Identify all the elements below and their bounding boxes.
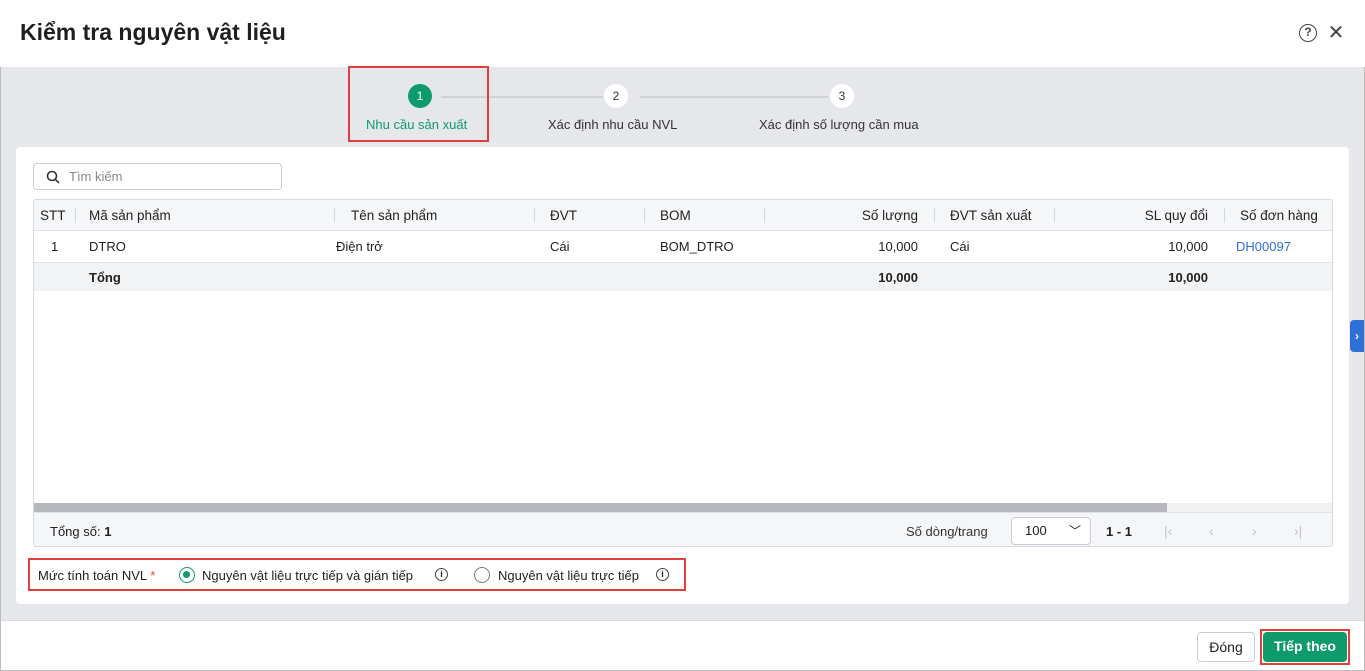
total-count: 1 xyxy=(104,524,112,539)
order-link[interactable]: DH00097 xyxy=(1228,231,1299,262)
highlight-box xyxy=(348,66,489,142)
question-circle-icon[interactable]: ? xyxy=(1299,24,1317,42)
col-unit[interactable]: ĐVT xyxy=(542,200,652,230)
horizontal-scrollbar[interactable] xyxy=(34,503,1332,512)
cell-code: DTRO xyxy=(89,239,126,254)
highlight-box xyxy=(1260,629,1350,665)
product-table: STT Mã sản phẩm Tên sản phẩm ĐVT BOM Số … xyxy=(33,199,1333,547)
step-3-label[interactable]: Xác định số lượng cần mua xyxy=(759,117,919,132)
rows-per-page-value: 100 xyxy=(1025,523,1047,538)
cell-stt: 1 xyxy=(51,239,59,254)
next-page-icon[interactable]: › xyxy=(1252,523,1257,539)
close-icon[interactable]: ✕ xyxy=(1327,23,1345,43)
search-icon xyxy=(46,170,60,184)
col-prod-unit[interactable]: ĐVT sản xuất xyxy=(942,200,1062,230)
scrollbar-thumb[interactable] xyxy=(34,503,1167,512)
col-conv-qty[interactable]: SL quy đổi xyxy=(1054,200,1224,230)
table-row[interactable]: 1 DTRO Điện trở Cái BOM_DTRO 10,000 Cái … xyxy=(34,231,1332,263)
total-count-label: Tổng số: xyxy=(50,524,101,539)
col-stt[interactable]: STT xyxy=(34,200,75,230)
highlight-box xyxy=(28,558,686,591)
total-conv-qty: 10,000 xyxy=(1168,269,1208,285)
step-2-label[interactable]: Xác định nhu cầu NVL xyxy=(548,117,677,132)
rows-per-page-label: Số dòng/trang xyxy=(906,524,988,539)
cell-name: Điện trở xyxy=(336,239,383,254)
dialog-footer xyxy=(1,620,1364,670)
last-page-icon[interactable]: ›| xyxy=(1294,523,1302,539)
step-connector xyxy=(640,96,828,98)
expand-panel-icon[interactable]: › xyxy=(1350,320,1364,352)
cell-prod-unit: Cái xyxy=(950,239,970,254)
cell-bom: BOM_DTRO xyxy=(660,239,734,254)
col-qty[interactable]: Số lượng xyxy=(764,200,934,230)
cell-qty: 10,000 xyxy=(878,239,918,254)
cell-conv-qty: 10,000 xyxy=(1168,239,1208,254)
rows-per-page-select[interactable]: 100 ﹀ xyxy=(1011,517,1091,545)
dialog-title: Kiểm tra nguyên vật liệu xyxy=(20,19,286,45)
col-bom[interactable]: BOM xyxy=(652,200,772,230)
search-input[interactable]: Tìm kiếm xyxy=(33,163,282,190)
prev-page-icon[interactable]: ‹ xyxy=(1209,523,1214,539)
col-order[interactable]: Số đơn hàng xyxy=(1232,200,1332,230)
col-name[interactable]: Tên sản phẩm xyxy=(343,200,543,230)
table-header: STT Mã sản phẩm Tên sản phẩm ĐVT BOM Số … xyxy=(34,200,1332,231)
chevron-down-icon: ﹀ xyxy=(1068,524,1081,538)
pagination-bar: Tổng số: 1 Số dòng/trang 100 ﹀ 1 - 1 |‹ ‹… xyxy=(34,512,1332,546)
col-code[interactable]: Mã sản phẩm xyxy=(81,200,341,230)
step-3-number[interactable]: 3 xyxy=(830,84,854,108)
step-2-number[interactable]: 2 xyxy=(604,84,628,108)
total-qty: 10,000 xyxy=(878,269,918,285)
page-range: 1 - 1 xyxy=(1106,524,1133,539)
cell-unit: Cái xyxy=(550,239,570,254)
close-button[interactable]: Đóng xyxy=(1197,632,1255,662)
dialog-header: Kiểm tra nguyên vật liệu ? ✕ xyxy=(0,0,1365,67)
total-label: Tổng xyxy=(89,269,121,285)
first-page-icon[interactable]: |‹ xyxy=(1164,523,1172,539)
total-row: Tổng 10,000 10,000 xyxy=(34,263,1332,291)
